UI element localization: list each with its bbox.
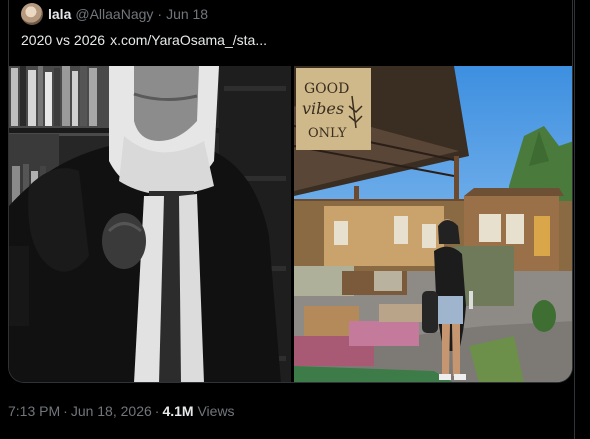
- sign-line1: GOOD: [304, 81, 349, 97]
- tweet-full-date[interactable]: Jun 18, 2026: [71, 403, 152, 419]
- photo-2020-image: [9, 66, 291, 382]
- sign-line3: ONLY: [308, 126, 347, 141]
- sign-line2: vibes: [302, 99, 344, 118]
- photo-2026[interactable]: GOOD vibes ONLY: [294, 66, 572, 382]
- photo-2020[interactable]: [9, 66, 291, 382]
- photo-2026-image: GOOD vibes ONLY: [294, 66, 572, 382]
- views-count[interactable]: 4.1M: [162, 403, 193, 419]
- user-handle[interactable]: @AllaaNagy: [75, 6, 153, 22]
- tweet-footer: 7:13 PM · Jun 18, 2026 · 4.1M Views: [8, 403, 235, 419]
- footer-separator: ·: [154, 403, 160, 419]
- media-grid: GOOD vibes ONLY: [9, 66, 572, 382]
- tweet-link[interactable]: x.com/YaraOsama_/sta...: [110, 32, 267, 48]
- footer-separator: ·: [63, 403, 68, 419]
- quoted-tweet-card[interactable]: lala @AllaaNagy · Jun 18 2020 vs 2026 x.c…: [8, 0, 573, 383]
- quoted-tweet-header: lala @AllaaNagy · Jun 18: [21, 3, 208, 25]
- avatar[interactable]: [21, 3, 43, 25]
- tweet-time[interactable]: 7:13 PM: [8, 403, 60, 419]
- tweet-text: 2020 vs 2026 x.com/YaraOsama_/sta...: [21, 32, 267, 48]
- tweet-date[interactable]: Jun 18: [166, 6, 208, 22]
- column-divider: [574, 0, 575, 439]
- display-name[interactable]: lala: [48, 6, 71, 22]
- views-label: Views: [197, 403, 235, 419]
- tweet-body: 2020 vs 2026: [21, 32, 106, 48]
- header-separator: ·: [157, 6, 163, 22]
